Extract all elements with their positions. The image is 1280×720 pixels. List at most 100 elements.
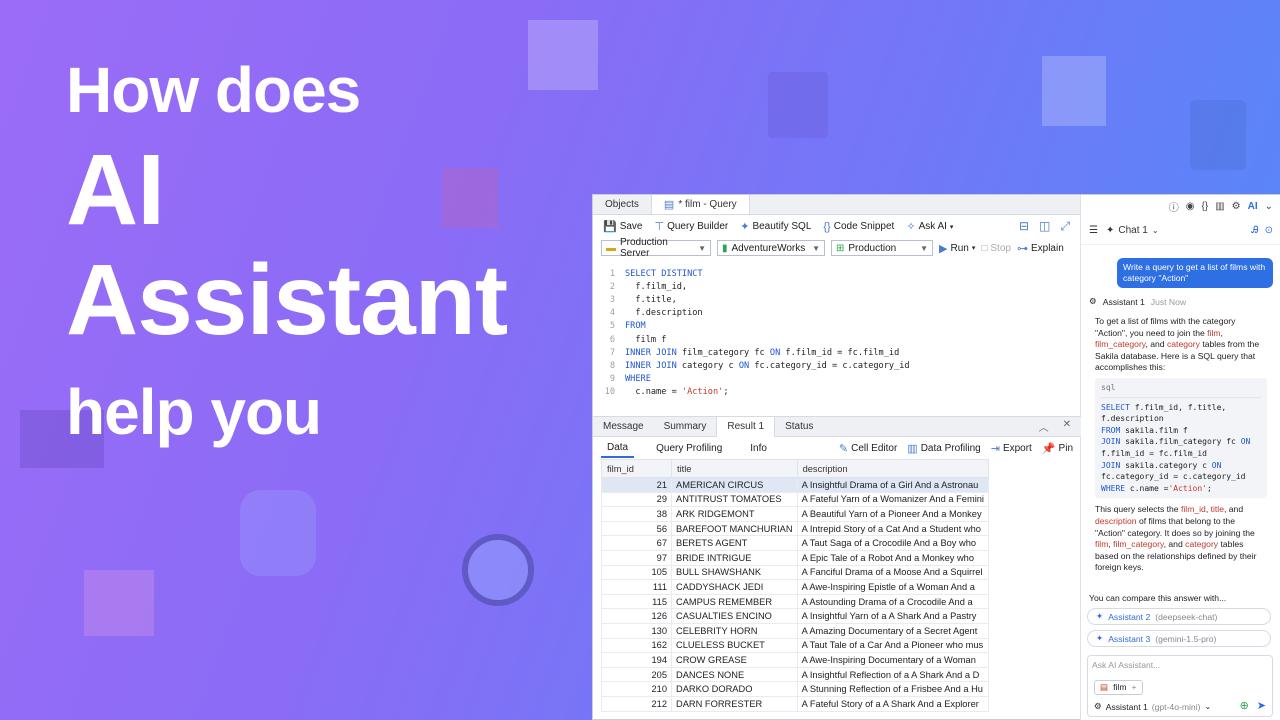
explain-button[interactable]: ⊶ Explain: [1017, 242, 1064, 255]
table-cell[interactable]: CAMPUS REMEMBER: [671, 593, 798, 610]
table-row[interactable]: 21 AMERICAN CIRCUS A Insightful Drama of a…: [601, 477, 990, 493]
schema-select[interactable]: ⊞ Production ▼: [831, 240, 933, 256]
table-cell[interactable]: 205: [601, 666, 672, 683]
tab-data[interactable]: Data: [601, 439, 635, 458]
collapse-icon[interactable]: ︿: [1039, 419, 1049, 434]
column-header[interactable]: description: [796, 459, 990, 478]
table-cell[interactable]: DANCES NONE: [671, 666, 798, 683]
table-cell[interactable]: 111: [601, 579, 672, 595]
table-cell[interactable]: A Fanciful Drama of a Moose And a Squirr…: [796, 564, 990, 581]
pin-button[interactable]: 📌 Pin: [1042, 442, 1073, 455]
code-block[interactable]: sql SELECT f.film_id, f.title, f.descrip…: [1095, 377, 1267, 499]
tab-summary[interactable]: Summary: [654, 417, 717, 437]
server-select[interactable]: ▬ Production Server ▼: [601, 237, 711, 259]
cell-editor-button[interactable]: ✎ Cell Editor: [839, 442, 897, 455]
table-row[interactable]: 210 DARKO DORADO A Stunning Reflection of …: [601, 681, 990, 697]
table-cell[interactable]: CLUELESS BUCKET: [671, 637, 798, 654]
table-cell[interactable]: 56: [601, 520, 672, 537]
translate-icon[interactable]: Ꭿ: [1251, 225, 1258, 236]
add-context-icon[interactable]: ⊕: [1240, 699, 1249, 712]
table-cell[interactable]: BULL SHAWSHANK: [671, 564, 798, 581]
table-cell[interactable]: BAREFOOT MANCHURIAN: [671, 520, 798, 537]
panel-icon[interactable]: ▥: [1215, 201, 1224, 212]
table-cell[interactable]: 210: [601, 681, 672, 697]
table-row[interactable]: 38 ARK RIDGEMONT A Beautiful Yarn of a Pio…: [601, 506, 990, 522]
chat-select[interactable]: ✦ Chat 1 ⌄: [1106, 225, 1159, 236]
add-icon[interactable]: +: [1132, 682, 1137, 693]
table-cell[interactable]: A Awe-Inspiring Documentary of a Woman: [796, 652, 990, 668]
table-cell[interactable]: A Insightful Drama of a Girl And a Astro…: [796, 477, 990, 493]
stop-button[interactable]: □ Stop: [981, 243, 1011, 254]
table-cell[interactable]: 162: [601, 637, 672, 654]
info-icon[interactable]: ⓘ: [1169, 199, 1179, 214]
table-cell[interactable]: 115: [601, 593, 672, 610]
table-cell[interactable]: 194: [601, 652, 672, 668]
table-cell[interactable]: A Fateful Yarn of a Womanizer And a Femi…: [796, 491, 990, 508]
split-horizontal-icon[interactable]: ⊟: [1019, 219, 1029, 234]
close-icon[interactable]: ✕: [1063, 419, 1071, 434]
table-cell[interactable]: ARK RIDGEMONT: [671, 506, 798, 522]
code-icon[interactable]: {}: [1202, 201, 1209, 212]
table-row[interactable]: 105 BULL SHAWSHANK A Fanciful Drama of a M…: [601, 564, 990, 581]
table-cell[interactable]: BERETS AGENT: [671, 535, 798, 551]
column-header[interactable]: film_id: [601, 459, 672, 478]
save-button[interactable]: 💾 Save: [603, 220, 643, 233]
table-cell[interactable]: A Insightful Yarn of a A Shark And a Pas…: [796, 608, 990, 624]
table-cell[interactable]: A Insightful Reflection of a A Shark And…: [796, 666, 990, 683]
table-cell[interactable]: CADDYSHACK JEDI: [671, 579, 798, 595]
compare-assistant-3[interactable]: ✦ Assistant 3 (gemini-1.5-pro): [1087, 630, 1271, 647]
table-cell[interactable]: 29: [601, 491, 672, 508]
table-cell[interactable]: A Amazing Documentary of a Secret Agent: [796, 622, 990, 639]
table-cell[interactable]: A Astounding Drama of a Crocodile And a: [796, 593, 990, 610]
tab-status[interactable]: Status: [775, 417, 823, 437]
table-row[interactable]: 97 BRIDE INTRIGUE A Epic Tale of a Robot A…: [601, 549, 990, 566]
table-row[interactable]: 67 BERETS AGENT A Taut Saga of a Crocodile…: [601, 535, 990, 551]
database-select[interactable]: ▮ AdventureWorks ▼: [717, 240, 825, 256]
send-icon[interactable]: ➤: [1257, 699, 1266, 712]
chat-input[interactable]: Ask AI Assistant... ▤ film + ⚙ Assistant…: [1087, 655, 1273, 717]
table-cell[interactable]: 126: [601, 608, 672, 624]
table-cell[interactable]: A Beautiful Yarn of a Pioneer And a Monk…: [796, 506, 990, 522]
tab-query-profiling[interactable]: Query Profiling: [650, 440, 728, 457]
table-cell[interactable]: 105: [601, 564, 672, 581]
table-cell[interactable]: A Intrepid Story of a Cat And a Student …: [796, 520, 990, 537]
expand-icon[interactable]: ⤢: [1060, 219, 1070, 234]
table-cell[interactable]: CASUALTIES ENCINO: [671, 608, 798, 624]
sql-editor[interactable]: 1 SELECT DISTINCT 2 f.film_id, 3 f.title,…: [593, 267, 1081, 413]
table-row[interactable]: 130 CELEBRITY HORN A Amazing Documentary o…: [601, 622, 990, 639]
table-cell[interactable]: BRIDE INTRIGUE: [671, 549, 798, 566]
table-cell[interactable]: A Fateful Story of a A Shark And a Explo…: [796, 695, 990, 712]
tab-result-1[interactable]: Result 1: [716, 416, 776, 437]
chevron-down-icon[interactable]: ⌄: [1265, 201, 1273, 212]
query-builder-button[interactable]: ⊤ Query Builder: [655, 220, 729, 233]
run-button[interactable]: ▶ Run ▾: [939, 242, 975, 255]
more-icon[interactable]: ⊙: [1265, 225, 1273, 236]
table-cell[interactable]: 212: [601, 695, 672, 712]
menu-icon[interactable]: ☰: [1089, 225, 1098, 236]
table-cell[interactable]: 21: [601, 477, 672, 493]
table-row[interactable]: 111 CADDYSHACK JEDI A Awe-Inspiring Epistl…: [601, 579, 990, 595]
table-cell[interactable]: CELEBRITY HORN: [671, 622, 798, 639]
table-cell[interactable]: DARKO DORADO: [671, 681, 798, 697]
table-cell[interactable]: 38: [601, 506, 672, 522]
assistant-select[interactable]: ⚙ Assistant 1 (gpt-4o-mini) ⌄: [1094, 701, 1211, 712]
table-cell[interactable]: A Awe-Inspiring Epistle of a Woman And a: [796, 579, 990, 595]
tab-objects[interactable]: Objects: [593, 195, 651, 214]
tab-message[interactable]: Message: [593, 417, 654, 437]
column-header[interactable]: title: [671, 459, 798, 478]
table-cell[interactable]: A Taut Saga of a Crocodile And a Boy who: [796, 535, 990, 551]
table-row[interactable]: 56 BAREFOOT MANCHURIAN A Intrepid Story of…: [601, 520, 990, 537]
table-cell[interactable]: 67: [601, 535, 672, 551]
eye-icon[interactable]: ◉: [1186, 201, 1195, 212]
code-snippet-button[interactable]: {} Code Snippet: [823, 221, 894, 233]
table-cell[interactable]: 97: [601, 549, 672, 566]
table-row[interactable]: 212 DARN FORRESTER A Fateful Story of a A …: [601, 695, 990, 712]
table-cell[interactable]: ANTITRUST TOMATOES: [671, 491, 798, 508]
table-cell[interactable]: A Taut Tale of a Car And a Pioneer who m…: [796, 637, 990, 654]
table-cell[interactable]: CROW GREASE: [671, 652, 798, 668]
compare-assistant-2[interactable]: ✦ Assistant 2 (deepseek-chat): [1087, 608, 1271, 625]
table-cell[interactable]: 130: [601, 622, 672, 639]
tab-film-query[interactable]: ▤ * film - Query: [650, 195, 750, 214]
table-cell[interactable]: AMERICAN CIRCUS: [671, 477, 798, 493]
export-button[interactable]: ⇥ Export: [991, 442, 1032, 455]
